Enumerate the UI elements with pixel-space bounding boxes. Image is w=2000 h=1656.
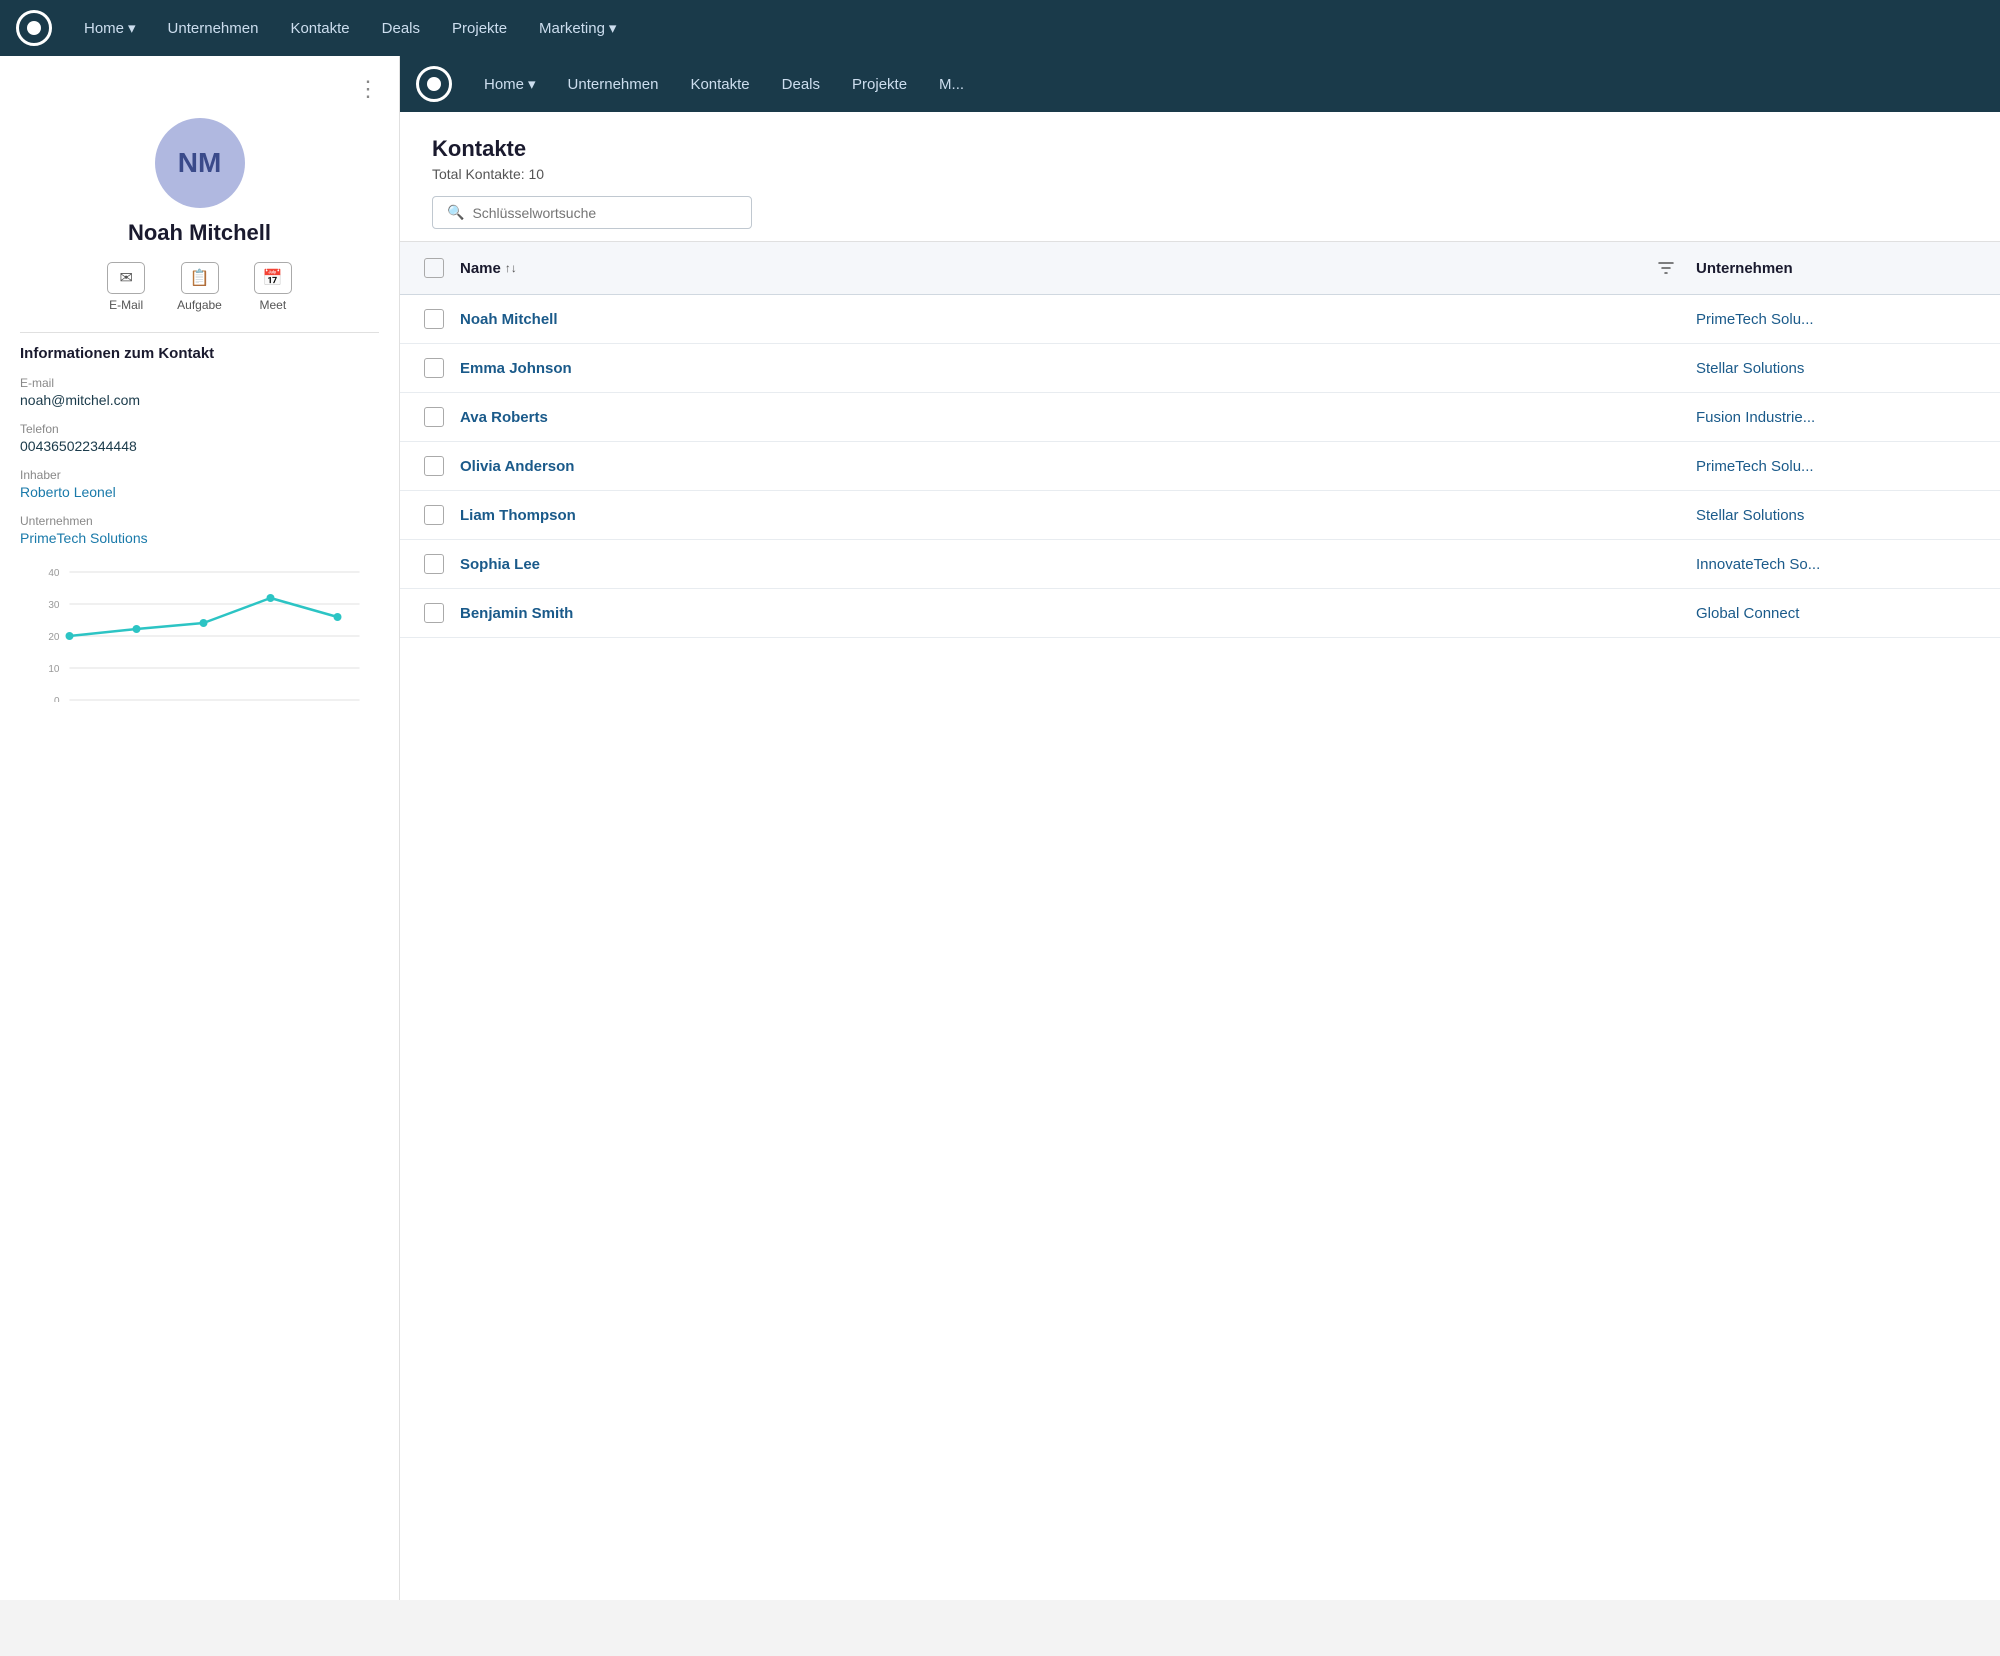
meet-icon: 📅 xyxy=(254,262,292,294)
nav-home[interactable]: Home ▾ xyxy=(84,19,136,37)
overlay-nav-projekte[interactable]: Projekte xyxy=(852,76,907,93)
overlay-navbar: Home ▾ Unternehmen Kontakte Deals Projek… xyxy=(400,56,2000,112)
task-icon: 📋 xyxy=(181,262,219,294)
contact-6-checkbox[interactable] xyxy=(424,554,444,574)
contact-4-name[interactable]: Olivia Anderson xyxy=(460,458,1636,475)
overlay-nav-deals[interactable]: Deals xyxy=(782,76,820,93)
contact-7-checkbox[interactable] xyxy=(424,603,444,623)
avatar: NM xyxy=(155,118,245,208)
action-icons: ✉ E-Mail 📋 Aufgabe 📅 Meet xyxy=(20,262,379,312)
contact-6-company[interactable]: InnovateTech So... xyxy=(1696,556,1976,573)
overlay-logo[interactable] xyxy=(416,66,452,102)
task-action[interactable]: 📋 Aufgabe xyxy=(177,262,222,312)
contact-row-7: Benjamin Smith Global Connect xyxy=(400,589,2000,638)
contact-2-company[interactable]: Stellar Solutions xyxy=(1696,360,1976,377)
contact-row-6: Sophia Lee InnovateTech So... xyxy=(400,540,2000,589)
overlay-nav-home[interactable]: Home ▾ xyxy=(484,75,536,93)
right-panel: Position 1 20% Position 2 20% Position 3… xyxy=(400,56,2000,1600)
overlay-search-icon: 🔍 xyxy=(447,204,464,221)
contact-5-company[interactable]: Stellar Solutions xyxy=(1696,507,1976,524)
contacts-select-all[interactable] xyxy=(424,258,444,278)
contact-row-2: Emma Johnson Stellar Solutions xyxy=(400,344,2000,393)
contact-4-checkbox[interactable] xyxy=(424,456,444,476)
overlay-header: Kontakte Total Kontakte: 10 🔍 xyxy=(400,112,2000,242)
email-action[interactable]: ✉ E-Mail xyxy=(107,262,145,312)
main-navbar: Home ▾ Unternehmen Kontakte Deals Projek… xyxy=(0,0,2000,56)
contact-1-checkbox[interactable] xyxy=(424,309,444,329)
nav-projekte[interactable]: Projekte xyxy=(452,20,507,37)
overlay-search-input[interactable] xyxy=(472,205,737,221)
svg-text:0: 0 xyxy=(54,696,60,702)
left-panel: ⋮ NM Noah Mitchell ✉ E-Mail 📋 Aufgabe 📅 … xyxy=(0,56,400,1600)
more-options-button[interactable]: ⋮ xyxy=(20,76,379,102)
contact-6-name[interactable]: Sophia Lee xyxy=(460,556,1636,573)
line-chart: 40 30 20 10 0 Position 1 Position 2 Posi… xyxy=(20,562,379,722)
field-inhaber: Inhaber Roberto Leonel xyxy=(20,468,379,500)
contacts-company-header: Unternehmen xyxy=(1696,260,1976,277)
contact-row-4: Olivia Anderson PrimeTech Solu... xyxy=(400,442,2000,491)
contact-7-company[interactable]: Global Connect xyxy=(1696,605,1976,622)
overlay-title: Kontakte xyxy=(432,136,1968,162)
svg-text:10: 10 xyxy=(48,664,60,675)
contact-5-name[interactable]: Liam Thompson xyxy=(460,507,1636,524)
contacts-overlay: Home ▾ Unternehmen Kontakte Deals Projek… xyxy=(400,56,2000,1600)
nav-unternehmen[interactable]: Unternehmen xyxy=(168,20,259,37)
contact-3-name[interactable]: Ava Roberts xyxy=(460,409,1636,426)
contact-1-company[interactable]: PrimeTech Solu... xyxy=(1696,311,1976,328)
field-unternehmen: Unternehmen PrimeTech Solutions xyxy=(20,514,379,546)
overlay-nav-more[interactable]: M... xyxy=(939,76,964,93)
field-email: E-mail noah@mitchel.com xyxy=(20,376,379,408)
overlay-subtitle: Total Kontakte: 10 xyxy=(432,166,1968,182)
field-telefon: Telefon 004365022344448 xyxy=(20,422,379,454)
contact-row-3: Ava Roberts Fusion Industrie... xyxy=(400,393,2000,442)
divider-1 xyxy=(20,332,379,333)
nav-deals[interactable]: Deals xyxy=(382,20,420,37)
contact-row-1: Noah Mitchell PrimeTech Solu... xyxy=(400,295,2000,344)
overlay-nav-kontakte[interactable]: Kontakte xyxy=(690,76,749,93)
name-sort-icon[interactable]: ↑↓ xyxy=(505,261,517,275)
contact-4-company[interactable]: PrimeTech Solu... xyxy=(1696,458,1976,475)
contact-5-checkbox[interactable] xyxy=(424,505,444,525)
svg-text:20: 20 xyxy=(48,632,60,643)
contact-1-name[interactable]: Noah Mitchell xyxy=(460,311,1636,328)
nav-marketing[interactable]: Marketing ▾ xyxy=(539,19,616,37)
contact-name: Noah Mitchell xyxy=(20,220,379,246)
overlay-search-box[interactable]: 🔍 xyxy=(432,196,752,229)
meet-action[interactable]: 📅 Meet xyxy=(254,262,292,312)
contact-2-checkbox[interactable] xyxy=(424,358,444,378)
main-wrapper: ⋮ NM Noah Mitchell ✉ E-Mail 📋 Aufgabe 📅 … xyxy=(0,56,2000,1600)
nav-kontakte[interactable]: Kontakte xyxy=(290,20,349,37)
contacts-name-header: Name ↑↓ xyxy=(460,260,1636,277)
contacts-filter-icon[interactable] xyxy=(1652,254,1680,282)
contacts-table-header: Name ↑↓ Unternehmen xyxy=(400,242,2000,295)
chart-svg: 40 30 20 10 0 Position 1 Position 2 Posi… xyxy=(20,562,379,702)
contact-3-company[interactable]: Fusion Industrie... xyxy=(1696,409,1976,426)
contacts-table: Name ↑↓ Unternehmen Noah Mitchell Pr xyxy=(400,242,2000,1600)
contact-2-name[interactable]: Emma Johnson xyxy=(460,360,1636,377)
info-section-title: Informationen zum Kontakt xyxy=(20,345,379,362)
contact-row-5: Liam Thompson Stellar Solutions xyxy=(400,491,2000,540)
svg-text:30: 30 xyxy=(48,600,60,611)
overlay-nav-unternehmen[interactable]: Unternehmen xyxy=(568,76,659,93)
logo[interactable] xyxy=(16,10,52,46)
email-icon: ✉ xyxy=(107,262,145,294)
contact-7-name[interactable]: Benjamin Smith xyxy=(460,605,1636,622)
svg-text:40: 40 xyxy=(48,568,60,579)
contact-3-checkbox[interactable] xyxy=(424,407,444,427)
overlay-content: Kontakte Total Kontakte: 10 🔍 Name ↑↓ xyxy=(400,112,2000,1600)
